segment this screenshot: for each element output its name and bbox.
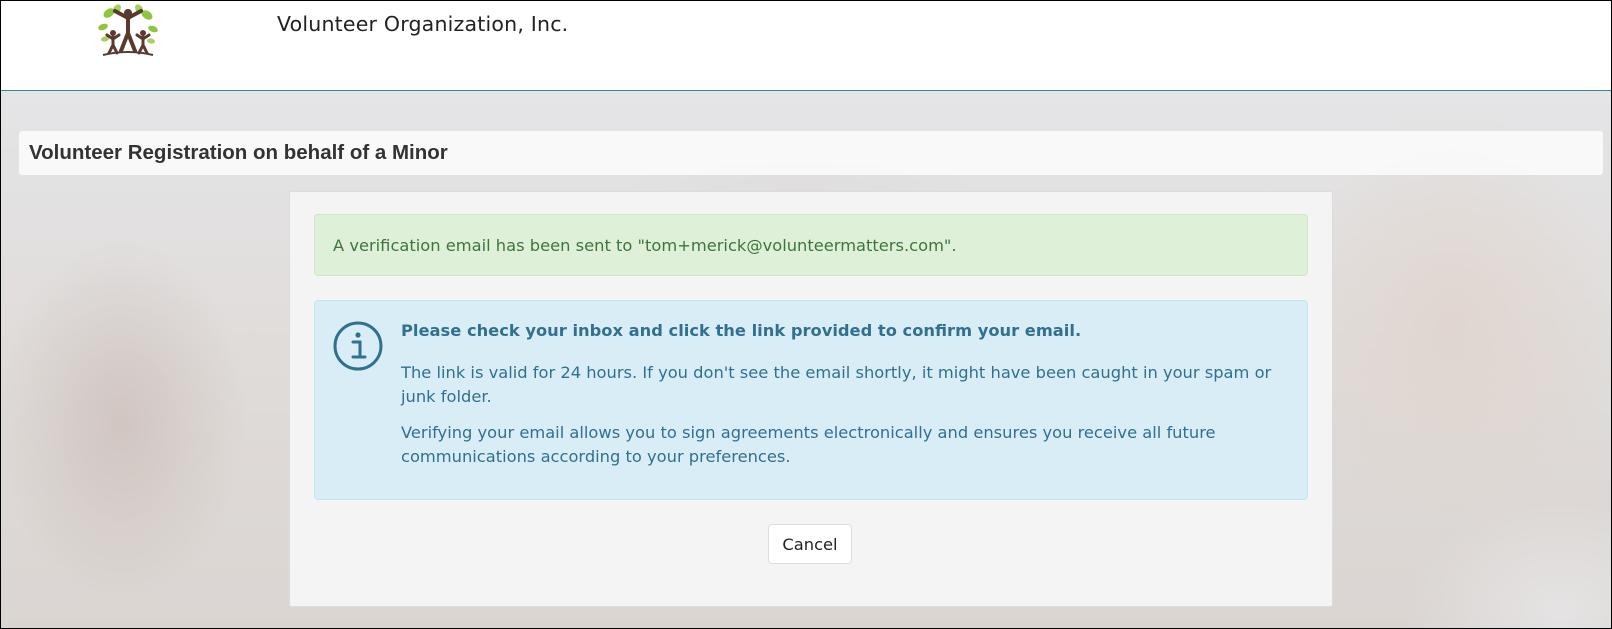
info-alert: Please check your inbox and click the li… <box>314 300 1308 500</box>
verification-panel: A verification email has been sent to "t… <box>289 191 1333 607</box>
info-circle-icon <box>333 321 383 371</box>
page-title: Volunteer Registration on behalf of a Mi… <box>29 141 448 164</box>
organization-logo <box>95 3 159 57</box>
organization-name: Volunteer Organization, Inc. <box>277 12 569 36</box>
info-verification-benefits-text: Verifying your email allows you to sign … <box>401 423 1216 466</box>
info-heading: Please check your inbox and click the li… <box>401 321 1082 340</box>
app-window: Volunteer Organization, Inc. Volunteer R… <box>0 0 1612 629</box>
site-header: Volunteer Organization, Inc. <box>1 1 1611 91</box>
cancel-button[interactable]: Cancel <box>768 524 852 564</box>
success-alert: A verification email has been sent to "t… <box>314 214 1308 276</box>
success-message: A verification email has been sent to "t… <box>333 236 957 255</box>
page-title-bar: Volunteer Registration on behalf of a Mi… <box>19 131 1603 175</box>
volunteer-family-tree-logo-icon <box>98 4 158 56</box>
info-link-validity-text: The link is valid for 24 hours. If you d… <box>401 363 1272 406</box>
